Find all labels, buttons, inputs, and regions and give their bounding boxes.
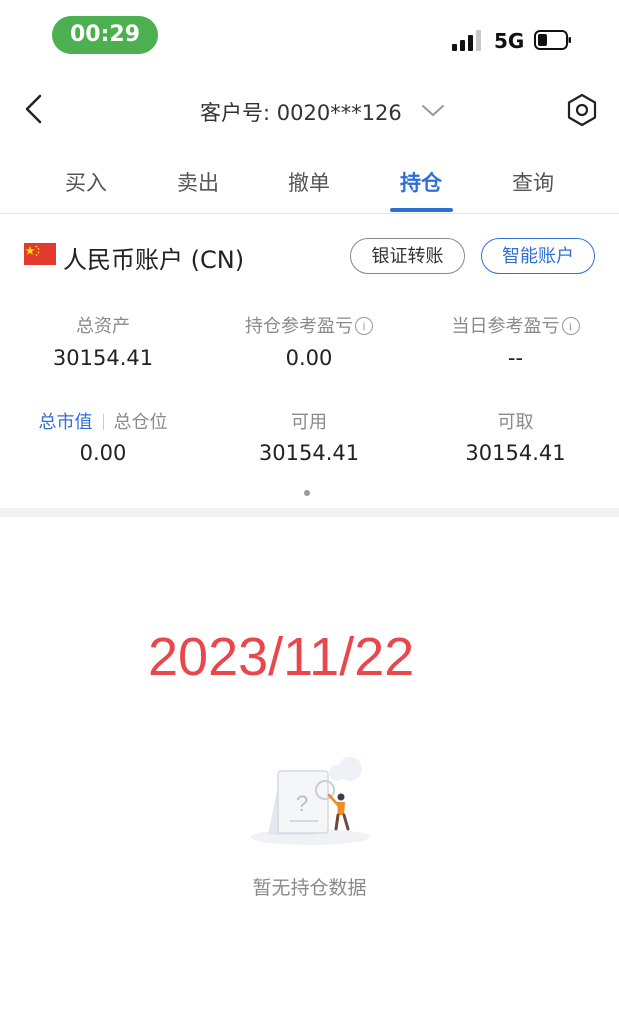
china-flag-icon [24, 243, 56, 265]
market-value-toggle[interactable]: 总市值 [39, 412, 93, 433]
total-position-toggle[interactable]: 总仓位 [114, 412, 168, 433]
settings-icon[interactable] [566, 93, 598, 127]
daily-pnl-label-text: 当日参考盈亏 [451, 316, 560, 337]
tab-cancel-order[interactable]: 撤单 [264, 167, 354, 197]
market-value-toggle-group: 总市值 总仓位 [0, 408, 206, 434]
section-divider [0, 508, 619, 517]
withdrawable-label: 可取 [497, 412, 534, 433]
position-pnl-label-text: 持仓参考盈亏 [245, 316, 353, 337]
account-title: 人民币账户 (CN) [63, 246, 245, 274]
network-type: 5G [494, 29, 525, 53]
page-indicator-dot[interactable] [304, 490, 310, 496]
svg-text:?: ? [296, 791, 308, 816]
account-selector[interactable]: 客户号: 0020***126 [200, 97, 402, 127]
back-icon[interactable] [22, 94, 48, 124]
overlay-date: 2023/11/22 [148, 627, 415, 687]
total-assets-value: 30154.41 [52, 346, 154, 370]
smart-account-button[interactable]: 智能账户 [481, 238, 595, 274]
chevron-down-icon[interactable] [420, 100, 446, 120]
withdrawable-value: 30154.41 [465, 441, 566, 465]
battery-icon [534, 30, 571, 50]
tab-divider [0, 213, 619, 214]
signal-icon [452, 29, 486, 51]
toggle-separator [102, 414, 104, 430]
status-time: 00:29 [52, 16, 158, 54]
position-pnl-value: 0.00 [285, 346, 333, 370]
info-icon[interactable]: i [561, 317, 580, 335]
tab-query[interactable]: 查询 [488, 167, 578, 197]
available-label: 可用 [291, 412, 327, 433]
tab-buy[interactable]: 买入 [41, 167, 131, 197]
bank-transfer-button[interactable]: 银证转账 [350, 238, 465, 274]
total-assets-label: 总资产 [76, 316, 130, 337]
tab-holdings[interactable]: 持仓 [376, 167, 466, 197]
available-value: 30154.41 [258, 441, 360, 465]
info-icon[interactable]: i [355, 317, 373, 335]
position-pnl-label: 持仓参考盈亏 i [206, 312, 412, 338]
empty-state-text: 暂无持仓数据 [252, 877, 367, 899]
empty-document-illustration: ? [250, 757, 370, 845]
market-value: 0.00 [79, 441, 127, 465]
daily-pnl-label: 当日参考盈亏 i [412, 312, 619, 338]
daily-pnl-value: -- [507, 346, 524, 370]
tab-sell[interactable]: 卖出 [153, 167, 243, 197]
active-tab-indicator [390, 208, 453, 212]
